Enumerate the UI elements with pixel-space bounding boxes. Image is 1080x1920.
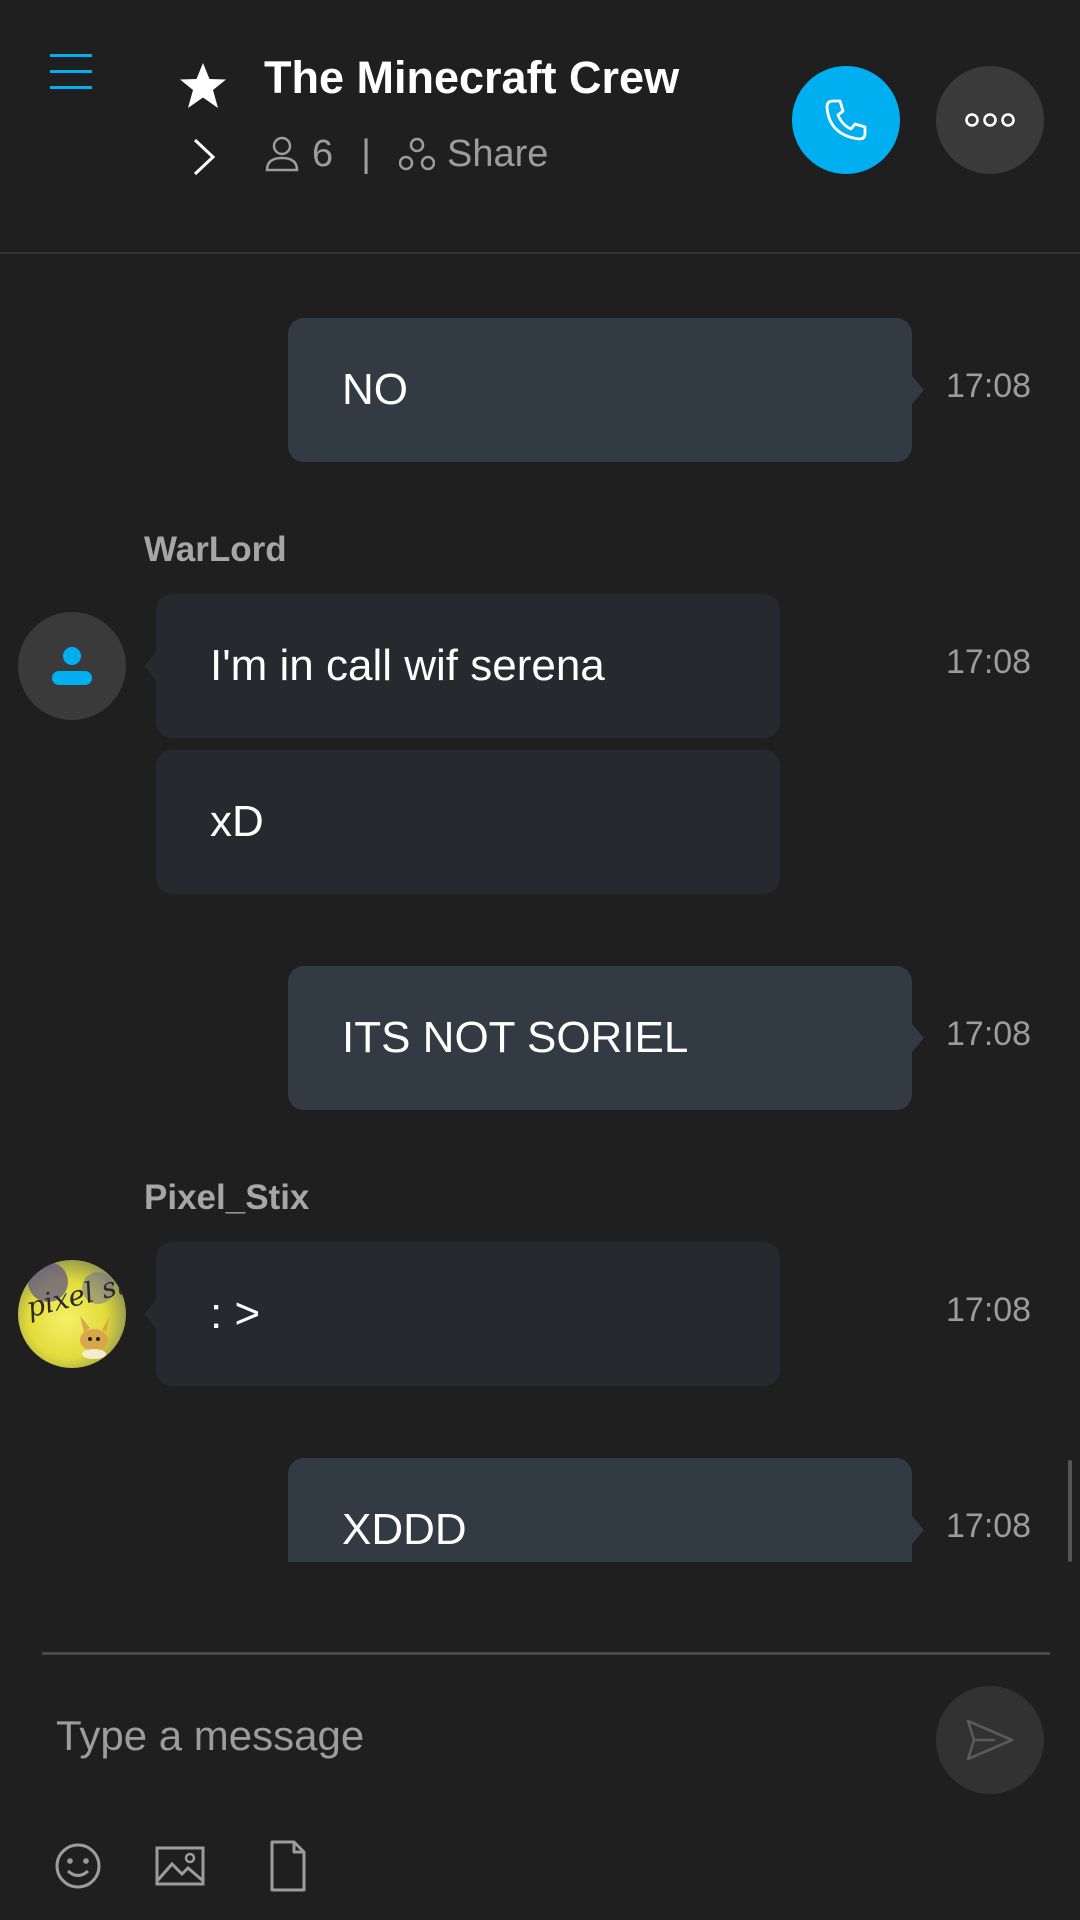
outgoing-message[interactable]: XDDD xyxy=(288,1458,924,1562)
emoji-icon[interactable] xyxy=(48,1836,108,1896)
image-icon[interactable] xyxy=(150,1836,210,1896)
message-time: 17:08 xyxy=(946,367,1032,405)
avatar[interactable] xyxy=(18,612,126,720)
scrollbar[interactable] xyxy=(1068,1460,1072,1562)
sender-name[interactable]: WarLord xyxy=(144,530,287,570)
message-list[interactable]: NO 17:08 WarLord I'm in call wif serena … xyxy=(0,0,1080,1562)
message-text: xD xyxy=(210,797,264,846)
message-time: 17:08 xyxy=(946,1291,1032,1329)
message-text: XDDD xyxy=(342,1505,467,1554)
outgoing-message[interactable]: NO xyxy=(288,318,924,462)
message-text: ITS NOT SORIEL xyxy=(342,1013,689,1062)
message-text: NO xyxy=(342,365,408,414)
default-avatar-icon xyxy=(52,647,92,685)
send-button[interactable] xyxy=(936,1686,1044,1794)
message-time: 17:08 xyxy=(946,1015,1032,1053)
message-text: : > xyxy=(210,1289,261,1338)
incoming-message[interactable]: : > xyxy=(144,1242,780,1386)
message-input[interactable] xyxy=(54,1690,878,1782)
outgoing-message[interactable]: ITS NOT SORIEL xyxy=(288,966,924,1110)
sender-name[interactable]: Pixel_Stix xyxy=(144,1178,309,1218)
composer-divider xyxy=(42,1652,1050,1655)
incoming-message[interactable]: xD xyxy=(156,750,780,894)
message-time: 17:08 xyxy=(946,1507,1032,1545)
message-text: I'm in call wif serena xyxy=(210,641,605,690)
file-icon[interactable] xyxy=(258,1836,318,1896)
pixel-stix-avatar-image: pixel stix xyxy=(18,1260,126,1368)
message-time: 17:08 xyxy=(946,643,1032,681)
incoming-message[interactable]: I'm in call wif serena xyxy=(144,594,780,738)
send-icon xyxy=(966,1719,1014,1761)
avatar[interactable]: pixel stix xyxy=(18,1260,126,1368)
